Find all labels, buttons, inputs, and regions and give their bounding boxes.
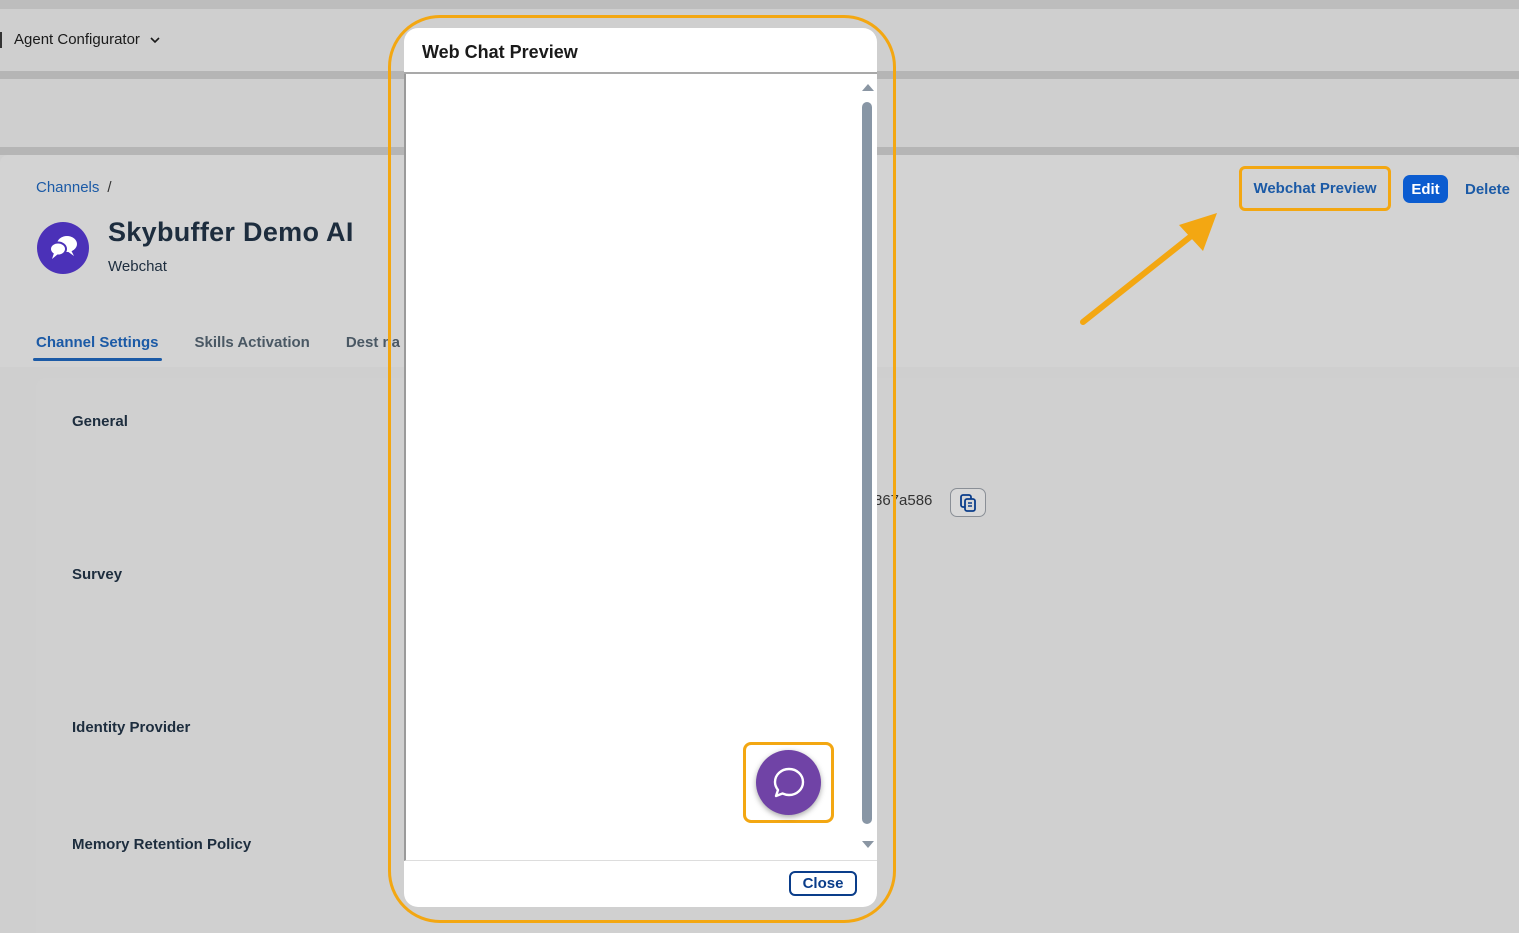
dialog-title: Web Chat Preview bbox=[422, 42, 578, 62]
annotation-arrow-icon bbox=[1080, 213, 1217, 325]
close-button[interactable]: Close bbox=[789, 871, 857, 896]
chat-bubbles-icon bbox=[49, 236, 77, 259]
avatar bbox=[37, 222, 89, 274]
page-subtitle: Webchat bbox=[108, 258, 167, 275]
section-memory-retention: Memory Retention Policy bbox=[72, 836, 252, 853]
tab-bar: Channel Settings Skills Activation Dest … bbox=[33, 334, 400, 361]
section-survey: Survey bbox=[72, 566, 123, 583]
copy-icon bbox=[960, 493, 976, 512]
tab-skills-activation[interactable]: Skills Activation bbox=[195, 334, 310, 361]
tab-channel-settings[interactable]: Channel Settings bbox=[33, 334, 162, 361]
title-edge bbox=[0, 31, 2, 48]
top-strip bbox=[0, 0, 1519, 9]
delete-button[interactable]: Delete bbox=[1465, 175, 1510, 203]
scrollbar[interactable] bbox=[859, 80, 876, 856]
webchat-preview-button[interactable]: Webchat Preview bbox=[1239, 166, 1391, 211]
section-general: General bbox=[72, 413, 128, 430]
chat-bubble-icon bbox=[773, 767, 804, 797]
section-identity-provider: Identity Provider bbox=[72, 719, 191, 736]
scroll-up-icon[interactable] bbox=[862, 84, 874, 91]
app-title: Agent Configurator bbox=[14, 31, 140, 48]
page-title: Skybuffer Demo AI bbox=[108, 217, 354, 247]
web-chat-preview-dialog: Web Chat Preview Close bbox=[404, 28, 877, 907]
app-title-menu[interactable]: Agent Configurator bbox=[0, 31, 160, 48]
breadcrumb-channels-link[interactable]: Channels bbox=[36, 179, 99, 196]
scroll-down-icon[interactable] bbox=[862, 841, 874, 848]
breadcrumb-separator: / bbox=[107, 179, 112, 196]
dialog-header: Web Chat Preview bbox=[404, 28, 877, 74]
copy-button[interactable] bbox=[950, 488, 986, 517]
breadcrumb: Channels / bbox=[36, 179, 112, 196]
edit-button[interactable]: Edit bbox=[1403, 175, 1448, 203]
chat-launcher-button[interactable] bbox=[756, 750, 821, 815]
scroll-thumb[interactable] bbox=[862, 102, 872, 824]
chevron-down-icon bbox=[150, 36, 160, 43]
